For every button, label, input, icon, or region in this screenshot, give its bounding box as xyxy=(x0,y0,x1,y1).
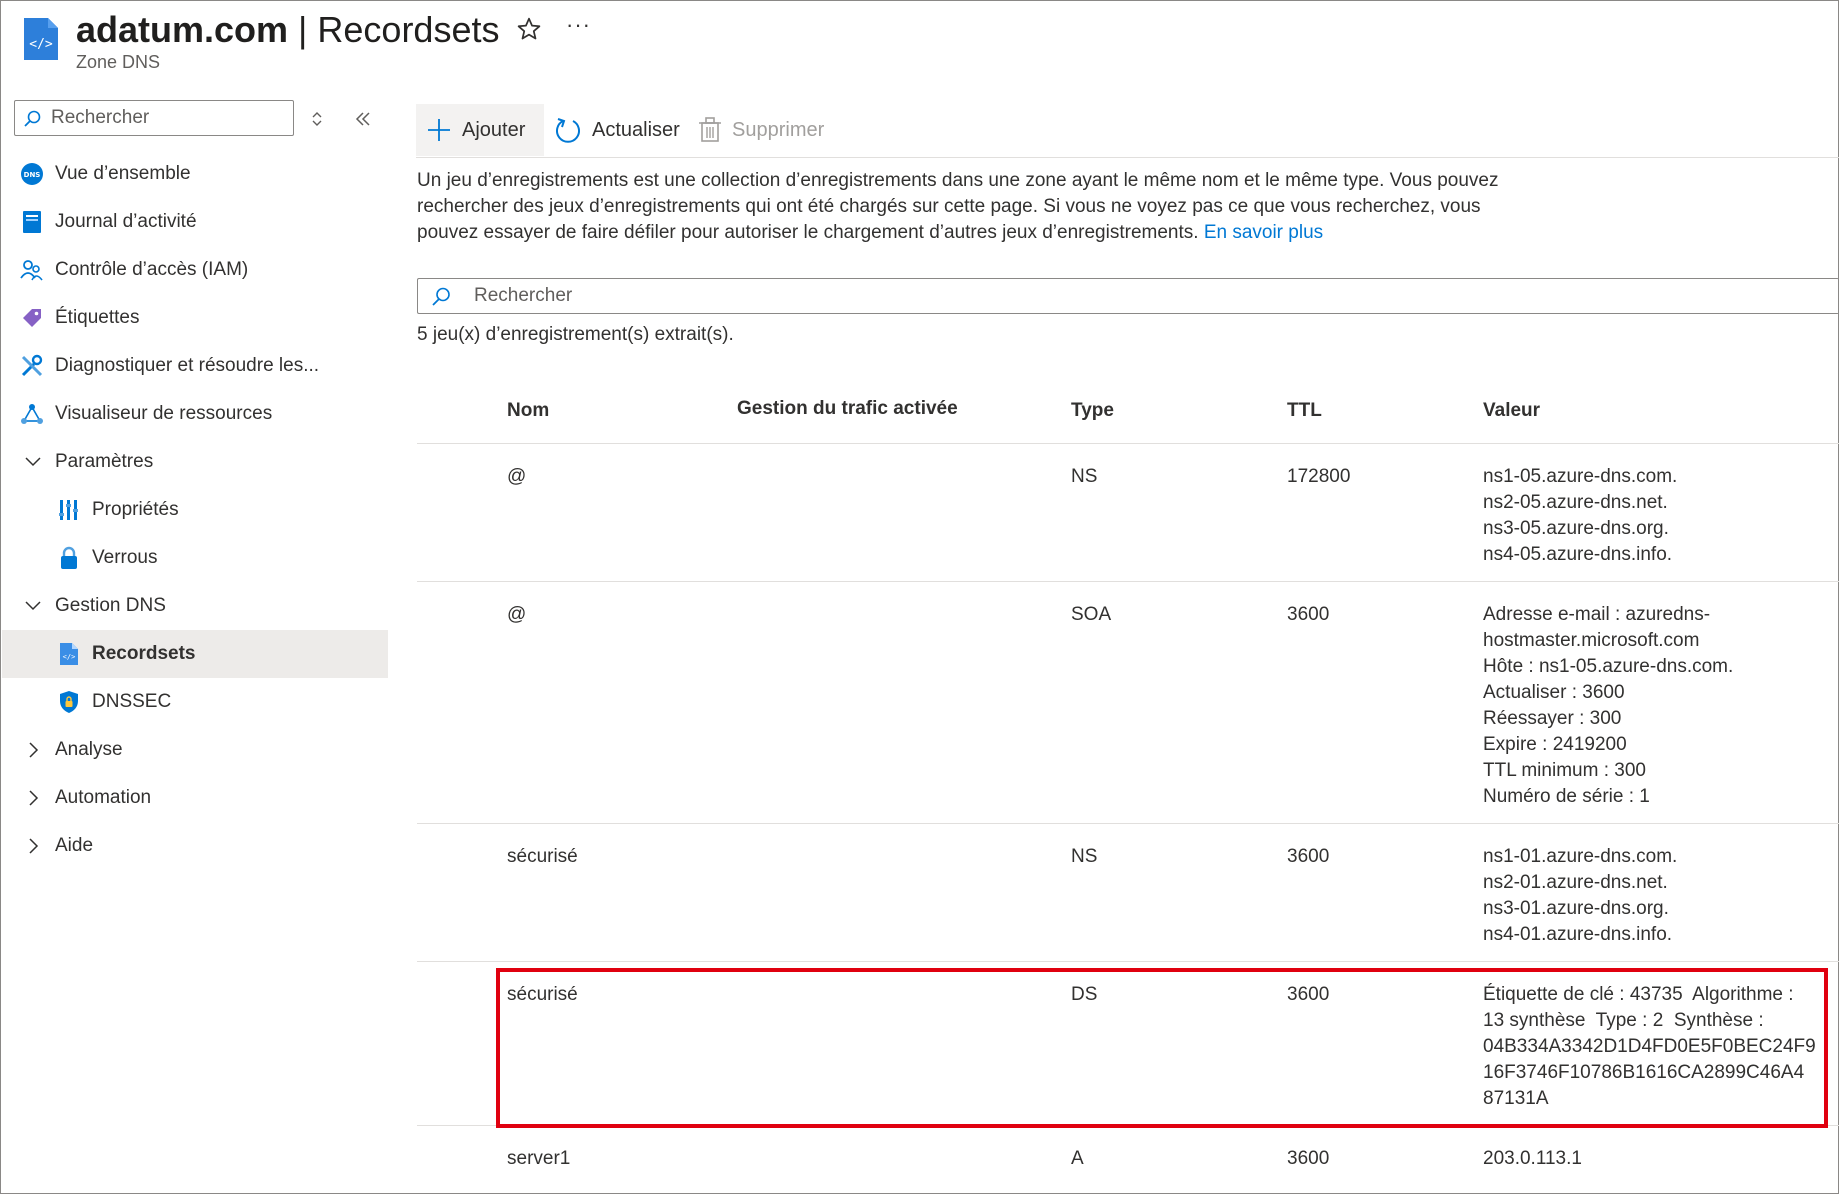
sidebar-group-settings[interactable]: Paramètres xyxy=(2,438,388,486)
chevron-right-icon xyxy=(29,742,39,758)
zone-name: adatum.com xyxy=(76,9,289,50)
plus-icon xyxy=(428,119,450,141)
add-button[interactable]: Ajouter xyxy=(416,104,544,156)
sidebar-item-properties[interactable]: Propriétés xyxy=(2,486,388,534)
learn-more-link[interactable]: En savoir plus xyxy=(1204,222,1323,243)
sidebar-item-overview[interactable]: DNS Vue d’ensemble xyxy=(2,150,388,198)
record-value: Étiquette de clé : 43735 Algorithme : 13… xyxy=(1483,984,1816,1109)
record-value: Adresse e-mail : azuredns- hostmaster.mi… xyxy=(1483,604,1734,807)
svg-text:</>: </> xyxy=(29,37,53,52)
search-icon xyxy=(432,287,450,306)
dns-zone-icon: </> xyxy=(24,18,58,60)
record-value: ns1-05.azure-dns.com. ns2-05.azure-dns.n… xyxy=(1483,466,1678,565)
sidebar-group-automation[interactable]: Automation xyxy=(2,774,388,822)
blade-header: </> adatum.com | Recordsets Zone DNS ··· xyxy=(0,0,1839,86)
record-value: ns1-01.azure-dns.com. ns2-01.azure-dns.n… xyxy=(1483,846,1678,945)
table-row[interactable]: @ NS 172800 ns1-05.azure-dns.com. ns2-05… xyxy=(417,444,1839,582)
chevron-down-icon xyxy=(25,601,41,611)
trash-icon xyxy=(699,117,721,142)
column-header-ttl[interactable]: TTL xyxy=(1287,400,1322,422)
sidebar-item-locks[interactable]: Verrous xyxy=(2,534,388,582)
resource-type: Zone DNS xyxy=(76,52,161,72)
table-row[interactable]: server1 A 3600 203.0.113.1 xyxy=(417,1126,1839,1196)
refresh-icon xyxy=(556,118,580,143)
column-header-value[interactable]: Valeur xyxy=(1483,400,1540,422)
chevron-down-icon xyxy=(25,457,41,467)
svg-text:</>: </> xyxy=(63,653,76,661)
lock-icon xyxy=(61,546,77,569)
recordset-icon: </> xyxy=(60,643,78,665)
sidebar-item-iam[interactable]: Contrôle d’accès (IAM) xyxy=(2,246,388,294)
favorite-star-icon[interactable] xyxy=(516,16,542,42)
resource-visualizer-icon xyxy=(21,404,43,424)
recordsets-table: Nom Gestion du trafic activée Type TTL V… xyxy=(417,382,1839,1196)
sidebar-item-dnssec[interactable]: DNSSEC xyxy=(2,678,388,726)
sidebar-item-activity-log[interactable]: Journal d’activité xyxy=(2,198,388,246)
table-header: Nom Gestion du trafic activée Type TTL V… xyxy=(417,382,1839,444)
collapse-sidebar-icon[interactable] xyxy=(350,106,376,132)
sidebar-search-input[interactable] xyxy=(49,103,289,133)
column-header-name[interactable]: Nom xyxy=(507,400,549,422)
column-header-traffic[interactable]: Gestion du trafic activée xyxy=(737,398,958,420)
shield-icon xyxy=(60,691,78,713)
sidebar-group-dns-management[interactable]: Gestion DNS xyxy=(2,582,388,630)
sidebar-item-recordsets[interactable]: </> Recordsets xyxy=(2,630,388,678)
page-title: adatum.com | Recordsets xyxy=(76,9,500,50)
sidebar-nav: DNS Vue d’ensemble Journal d’activité Co… xyxy=(2,150,388,870)
tag-icon xyxy=(23,309,41,327)
table-row[interactable]: @ SOA 3600 Adresse e-mail : azuredns- ho… xyxy=(417,582,1839,824)
more-options-icon[interactable]: ··· xyxy=(566,12,591,38)
table-row-ds[interactable]: sécurisé DS 3600 Étiquette de clé : 4373… xyxy=(417,962,1839,1126)
sidebar-item-diagnose[interactable]: Diagnostiquer et résoudre les... xyxy=(2,342,388,390)
chevron-right-icon xyxy=(29,790,39,806)
recordset-search-input[interactable] xyxy=(472,282,1772,310)
sidebar-search[interactable] xyxy=(14,100,294,136)
iam-icon xyxy=(20,260,43,281)
description-text: Un jeu d’enregistrements est une collect… xyxy=(417,170,1499,243)
refresh-button[interactable]: Actualiser xyxy=(554,104,680,156)
activity-log-icon xyxy=(23,211,41,233)
properties-icon xyxy=(59,500,78,520)
result-count: 5 jeu(x) d’enregistrement(s) extrait(s). xyxy=(417,324,734,345)
dns-icon: DNS xyxy=(21,163,43,185)
table-row[interactable]: sécurisé NS 3600 ns1-01.azure-dns.com. n… xyxy=(417,824,1839,962)
sidebar-item-resource-visualizer[interactable]: Visualiseur de ressources xyxy=(2,390,388,438)
sidebar-item-tags[interactable]: Étiquettes xyxy=(2,294,388,342)
column-header-type[interactable]: Type xyxy=(1071,400,1114,422)
command-bar: Ajouter Actualiser Supprimer xyxy=(416,104,1839,158)
svg-text:DNS: DNS xyxy=(24,171,41,179)
search-icon xyxy=(24,110,41,127)
delete-button[interactable]: Supprimer xyxy=(698,104,824,156)
wrench-icon xyxy=(21,354,43,377)
sidebar-group-help[interactable]: Aide xyxy=(2,822,388,870)
record-value: 203.0.113.1 xyxy=(1483,1148,1582,1169)
expand-collapse-icon[interactable] xyxy=(304,106,330,132)
chevron-right-icon xyxy=(29,838,39,854)
sidebar-group-analysis[interactable]: Analyse xyxy=(2,726,388,774)
recordset-search[interactable] xyxy=(417,278,1839,314)
page-name: Recordsets xyxy=(317,9,500,50)
